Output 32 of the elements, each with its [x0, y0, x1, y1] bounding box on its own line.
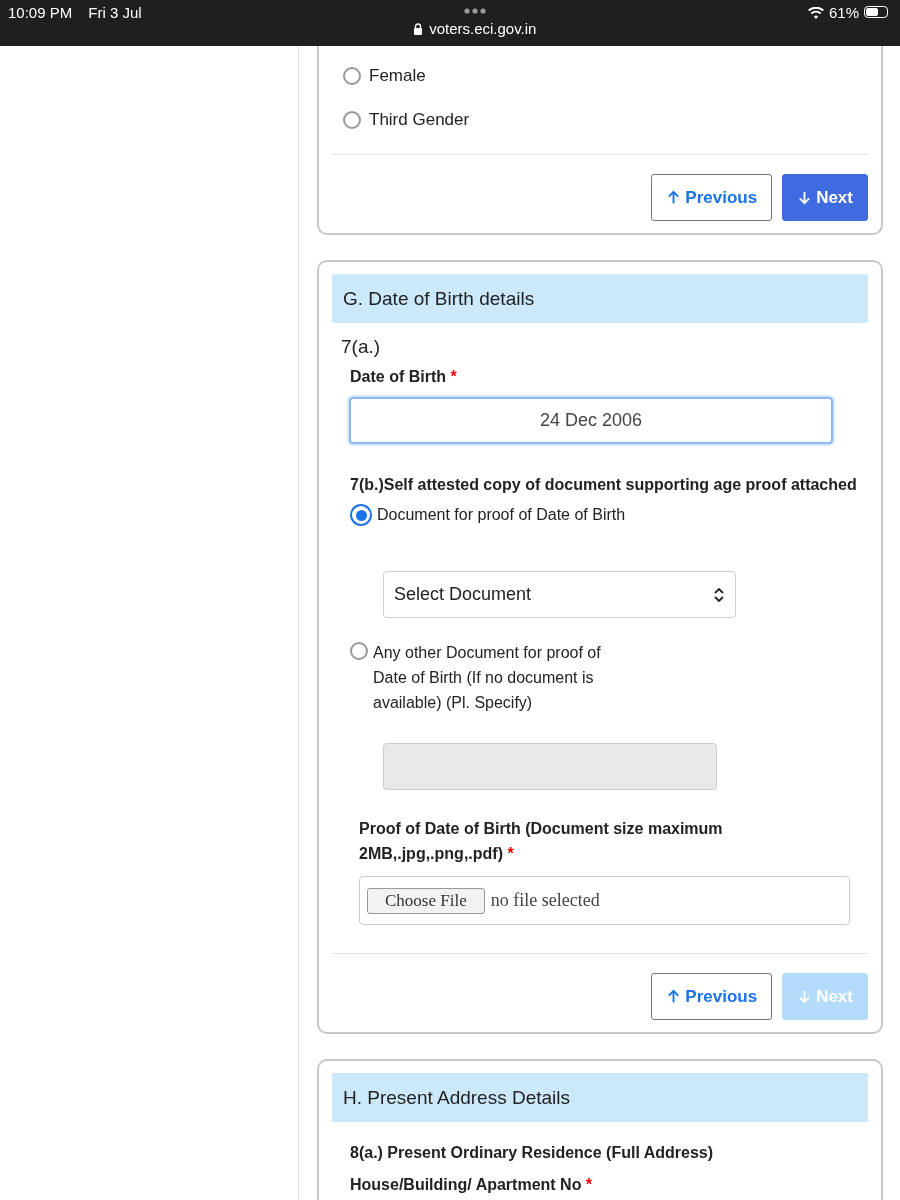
field-label: Date of Birth: [350, 368, 446, 385]
question-label: 7(b.)Self attested copy of document supporting age proof attached: [350, 476, 858, 494]
status-time: 10:09 PM: [8, 4, 73, 23]
radio-label[interactable]: Document for proof of Date of Birth: [377, 502, 626, 527]
file-status: no file selected: [490, 890, 600, 911]
more-dots-icon[interactable]: [463, 8, 486, 14]
required-mark: *: [450, 368, 457, 385]
required-mark: *: [585, 1176, 593, 1193]
previous-button[interactable]: Previous: [651, 174, 773, 221]
question-label: 8(a.) Present Ordinary Residence (Full Address): [350, 1144, 715, 1162]
battery-icon: [864, 6, 888, 18]
lock-icon: [413, 22, 424, 35]
date-field[interactable]: 24 Dec 2006: [349, 397, 833, 444]
url-text[interactable]: voters.eci.gov.in: [429, 20, 537, 37]
document-select[interactable]: Select Document: [383, 571, 736, 618]
previous-button[interactable]: Previous: [651, 973, 773, 1020]
field-label: Proof of Date of Birth (Document size maximum 2MB,.jpg,.png,.pdf) *: [359, 819, 724, 864]
choose-file-button[interactable]: Choose File: [367, 887, 485, 914]
battery-percent: 61%: [828, 4, 859, 21]
next-button[interactable]: Next: [782, 174, 868, 221]
radio-label[interactable]: Third Gender: [369, 110, 470, 130]
section-heading: H. Present Address Details: [332, 1073, 868, 1122]
radio-button[interactable]: [343, 67, 361, 85]
radio-label[interactable]: Female: [369, 66, 426, 86]
field-label: House/Building/ Apartment No: [350, 1176, 582, 1193]
status-date: Fri 3 Jul: [88, 4, 142, 23]
question-number: 7(a.): [341, 336, 382, 358]
chevron-updown-icon: [713, 586, 725, 603]
radio-button[interactable]: [350, 504, 372, 526]
section-heading: G. Date of Birth details: [332, 274, 868, 323]
wifi-icon: [807, 7, 824, 19]
radio-button[interactable]: [343, 111, 361, 129]
